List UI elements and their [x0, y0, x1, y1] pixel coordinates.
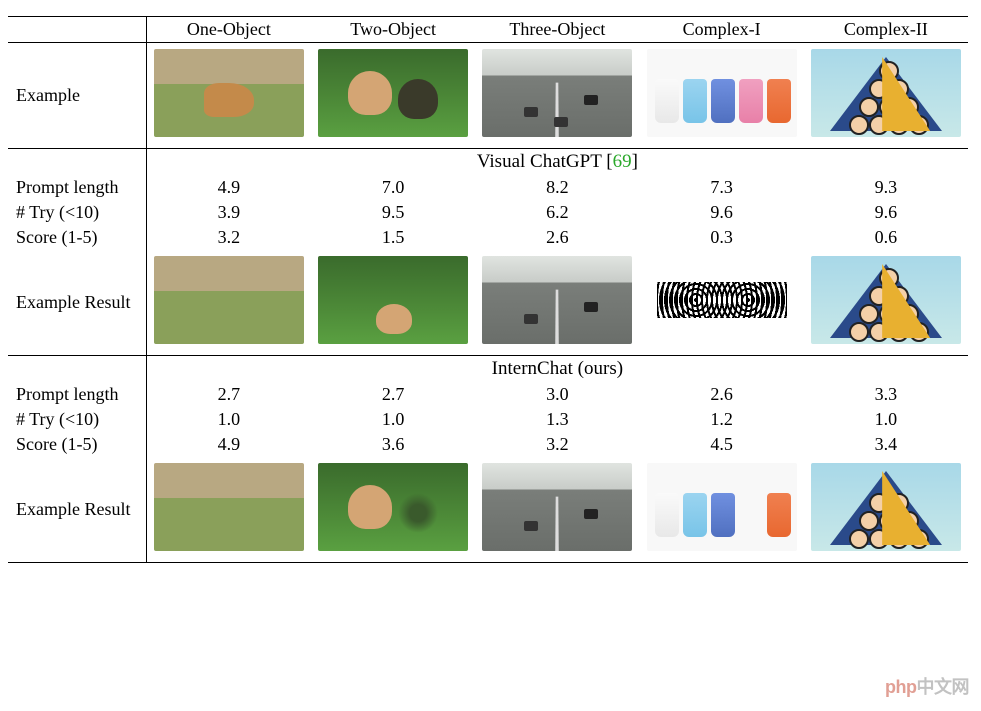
cat-blurred-image — [318, 463, 468, 551]
cell-value: 7.0 — [311, 175, 475, 200]
colored-cups-image — [647, 49, 797, 137]
highway-fewer-cars-image — [482, 256, 632, 344]
cell-value: 1.3 — [475, 407, 639, 432]
ic-result-complex-ii — [804, 457, 968, 563]
cell-value: 7.3 — [639, 175, 803, 200]
cell-value: 0.3 — [639, 225, 803, 250]
cell-value: 1.5 — [311, 225, 475, 250]
cell-value: 3.9 — [146, 200, 311, 225]
cartoon-pyramid-image — [811, 256, 961, 344]
cite-bracket: ] — [632, 151, 638, 172]
ic-result-complex-i — [639, 457, 803, 563]
example-image-three-object — [475, 43, 639, 149]
comparison-table: One-Object Two-Object Three-Object Compl… — [8, 16, 968, 563]
column-header: One-Object — [146, 17, 311, 43]
vcg-result-one-object — [146, 250, 311, 356]
watermark-left: php — [885, 677, 917, 697]
column-header: Complex-II — [804, 17, 968, 43]
column-header: Two-Object — [311, 17, 475, 43]
section-title-visual-chatgpt: Visual ChatGPT [69] — [146, 149, 968, 176]
dog-running-image — [154, 49, 304, 137]
vcg-result-complex-i — [639, 250, 803, 356]
vcg-result-three-object — [475, 250, 639, 356]
abstract-bw-pattern-image — [647, 256, 797, 344]
cell-value: 2.7 — [146, 382, 311, 407]
cell-value: 3.3 — [804, 382, 968, 407]
ic-result-two-object — [311, 457, 475, 563]
header-blank — [8, 17, 146, 43]
row-label-example-result: Example Result — [8, 250, 146, 356]
cell-value: 2.6 — [475, 225, 639, 250]
one-cat-grass-image — [318, 256, 468, 344]
field-no-dog-image — [154, 256, 304, 344]
cups-one-removed-image — [647, 463, 797, 551]
cell-value: 1.2 — [639, 407, 803, 432]
ic-result-one-object — [146, 457, 311, 563]
method-name: Visual ChatGPT — [477, 151, 602, 172]
cell-value: 4.9 — [146, 432, 311, 457]
cell-value: 3.2 — [146, 225, 311, 250]
watermark: php中文网 — [885, 673, 969, 699]
cell-value: 9.6 — [804, 200, 968, 225]
cell-value: 0.6 — [804, 225, 968, 250]
example-image-complex-ii — [804, 43, 968, 149]
cell-value: 1.0 — [311, 407, 475, 432]
vcg-result-complex-ii — [804, 250, 968, 356]
row-label-prompt-length: Prompt length — [8, 175, 146, 200]
row-label-prompt-length: Prompt length — [8, 382, 146, 407]
example-image-one-object — [146, 43, 311, 149]
row-label-score: Score (1-5) — [8, 432, 146, 457]
citation-number: 69 — [613, 151, 632, 172]
highway-fewer-cars-image — [482, 463, 632, 551]
cartoon-pyramid-image — [811, 49, 961, 137]
method-name: InternChat (ours) — [492, 358, 623, 379]
cell-value: 4.9 — [146, 175, 311, 200]
cell-value: 1.0 — [146, 407, 311, 432]
cell-value: 3.4 — [804, 432, 968, 457]
two-cats-image — [318, 49, 468, 137]
row-label-score: Score (1-5) — [8, 225, 146, 250]
highway-cars-image — [482, 49, 632, 137]
cell-value: 4.5 — [639, 432, 803, 457]
column-header: Complex-I — [639, 17, 803, 43]
watermark-right: 中文网 — [917, 677, 970, 697]
cell-value: 2.7 — [311, 382, 475, 407]
row-label-try: # Try (<10) — [8, 407, 146, 432]
cell-value: 9.3 — [804, 175, 968, 200]
row-label-try: # Try (<10) — [8, 200, 146, 225]
ic-result-three-object — [475, 457, 639, 563]
cell-value: 9.5 — [311, 200, 475, 225]
cell-value: 8.2 — [475, 175, 639, 200]
cell-value: 6.2 — [475, 200, 639, 225]
example-image-two-object — [311, 43, 475, 149]
cell-value: 2.6 — [639, 382, 803, 407]
cell-value: 3.2 — [475, 432, 639, 457]
row-label-example: Example — [8, 43, 146, 149]
cell-value: 9.6 — [639, 200, 803, 225]
cell-value: 3.6 — [311, 432, 475, 457]
cell-value: 3.0 — [475, 382, 639, 407]
example-image-complex-i — [639, 43, 803, 149]
cartoon-pyramid-edited-image — [811, 463, 961, 551]
section-title-internchat: InternChat (ours) — [146, 356, 968, 383]
cell-value: 1.0 — [804, 407, 968, 432]
row-label-example-result: Example Result — [8, 457, 146, 563]
vcg-result-two-object — [311, 250, 475, 356]
field-no-dog-image — [154, 463, 304, 551]
column-header: Three-Object — [475, 17, 639, 43]
